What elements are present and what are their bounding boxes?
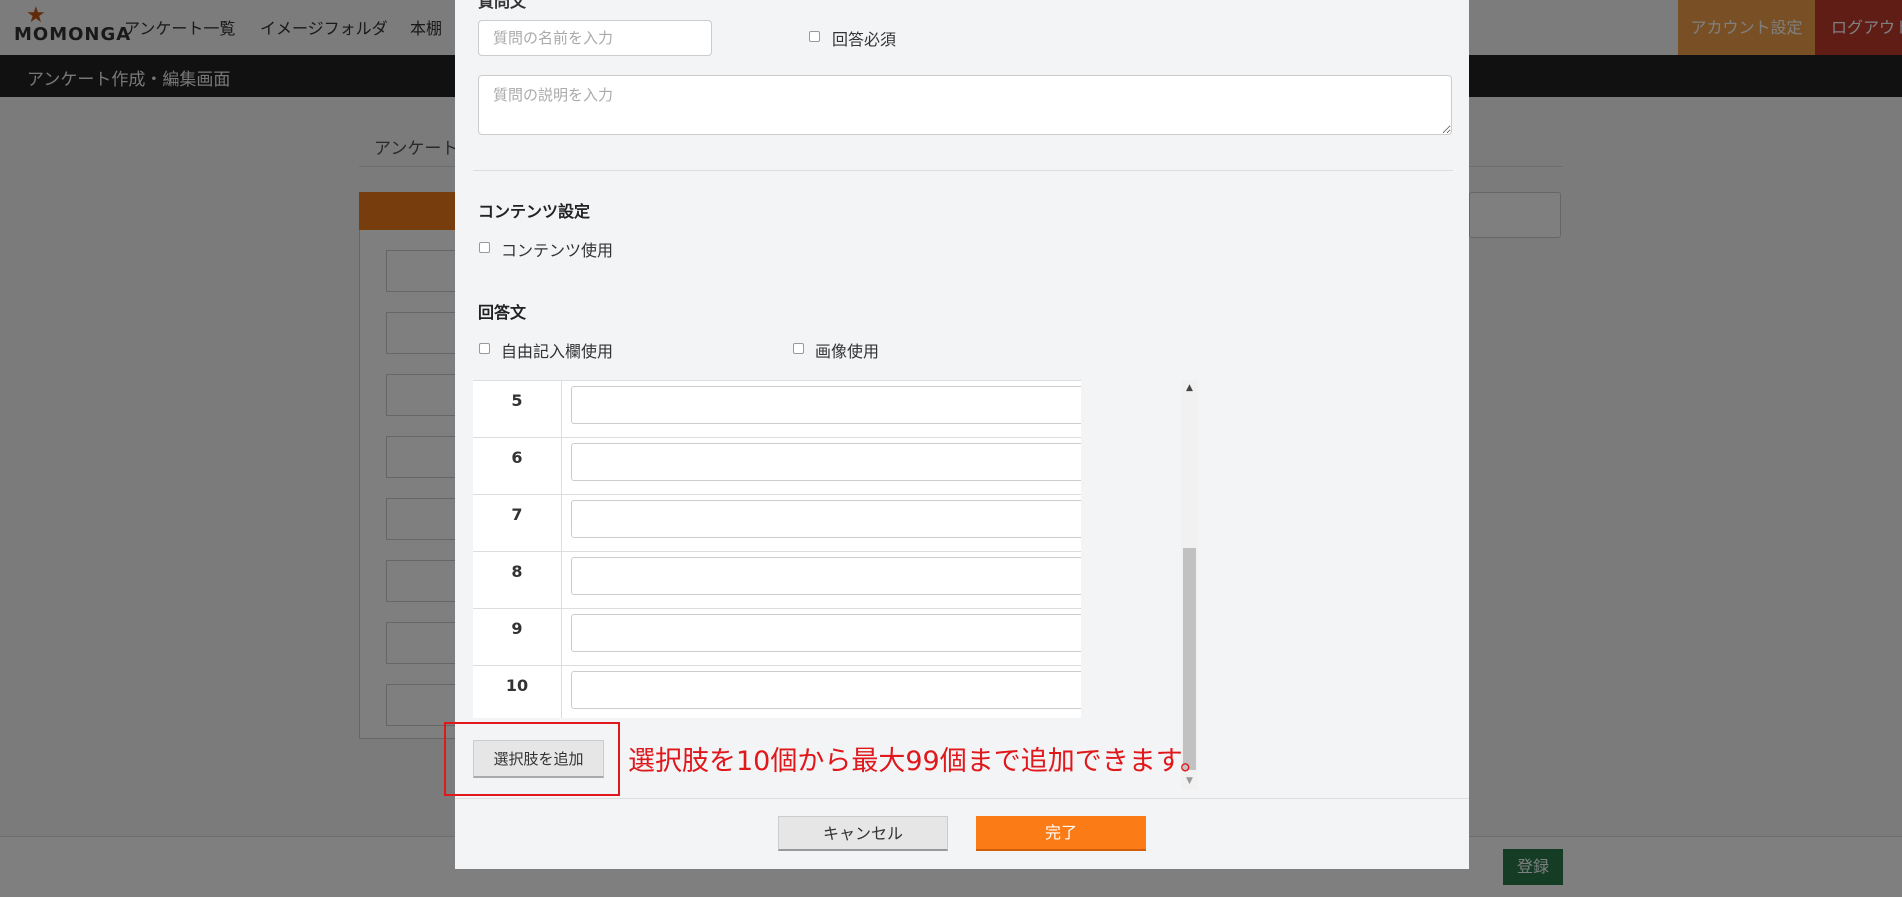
highlight-box — [444, 722, 620, 796]
choice-input[interactable] — [571, 500, 1081, 538]
question-description-input[interactable] — [478, 75, 1452, 135]
choice-row: 10 — [473, 665, 1081, 718]
choice-input[interactable] — [571, 443, 1081, 481]
choice-row: 7 — [473, 494, 1081, 552]
choice-number: 9 — [473, 609, 562, 666]
section-divider — [473, 170, 1453, 171]
choice-number: 5 — [473, 381, 562, 438]
image-use-checkbox[interactable] — [793, 343, 804, 354]
done-button[interactable]: 完了 — [976, 816, 1146, 851]
choice-row: 9 — [473, 608, 1081, 666]
modal-footer: キャンセル 完了 — [455, 798, 1469, 869]
image-use-label: 画像使用 — [815, 342, 880, 361]
annotation-text: 選択肢を10個から最大99個まで追加できます。 — [628, 746, 1208, 777]
choice-input[interactable] — [571, 386, 1081, 424]
answer-section-title: 回答文 — [478, 303, 527, 322]
contents-use-label: コンテンツ使用 — [501, 241, 614, 260]
choice-input[interactable] — [571, 614, 1081, 652]
contents-settings-title: コンテンツ設定 — [478, 202, 591, 221]
choice-list: 5 6 7 8 9 10 — [473, 380, 1081, 718]
scroll-thumb[interactable] — [1183, 548, 1196, 770]
choice-input[interactable] — [571, 671, 1081, 709]
choice-list-scrollbar[interactable]: ▲ ▼ — [1181, 380, 1198, 790]
scroll-up-arrow-icon[interactable]: ▲ — [1181, 380, 1198, 397]
choice-number: 10 — [473, 666, 562, 718]
choice-row: 8 — [473, 551, 1081, 609]
required-checkbox[interactable] — [809, 31, 820, 42]
choice-row: 6 — [473, 437, 1081, 495]
choice-number: 6 — [473, 438, 562, 495]
required-label: 回答必須 — [832, 30, 897, 49]
free-text-checkbox[interactable] — [479, 343, 490, 354]
choice-number: 7 — [473, 495, 562, 552]
contents-use-checkbox[interactable] — [479, 242, 490, 253]
question-section-label: 質問文 — [478, 0, 527, 11]
free-text-label: 自由記入欄使用 — [501, 342, 614, 361]
choice-number: 8 — [473, 552, 562, 609]
cancel-button[interactable]: キャンセル — [778, 816, 948, 851]
question-name-input[interactable] — [478, 20, 712, 56]
choice-input[interactable] — [571, 557, 1081, 595]
choice-row: 5 — [473, 380, 1081, 438]
